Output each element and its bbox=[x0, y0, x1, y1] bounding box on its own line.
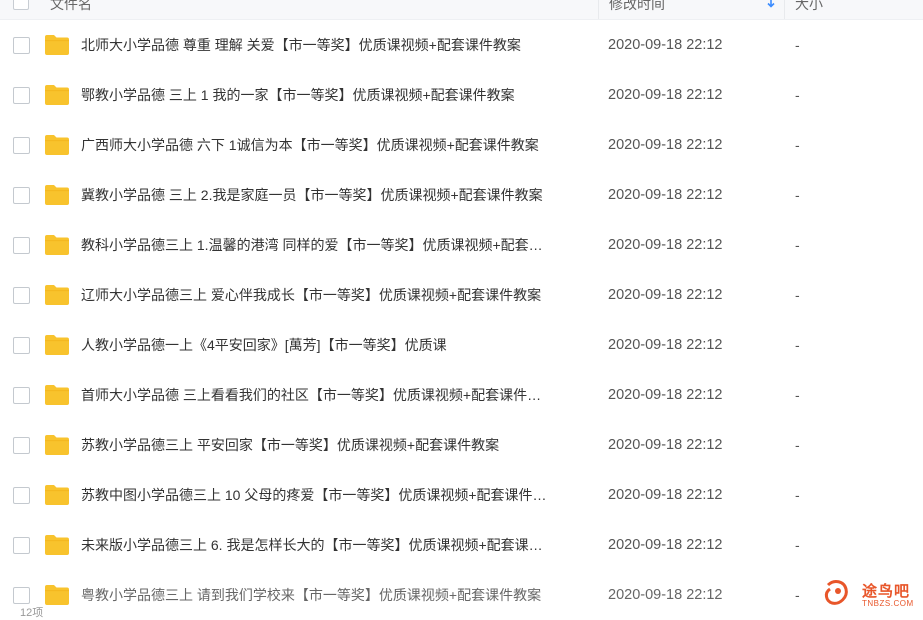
watermark-subtext: TNBZS.COM bbox=[862, 599, 914, 608]
file-modified-time: 2020-09-18 22:12 bbox=[608, 337, 723, 353]
row-checkbox[interactable] bbox=[13, 237, 30, 254]
file-name[interactable]: 首师大小学品德 三上看看我们的社区【市一等奖】优质课视频+配套课件… bbox=[81, 370, 586, 420]
file-modified-time: 2020-09-18 22:12 bbox=[608, 87, 723, 103]
folder-icon bbox=[45, 385, 69, 405]
file-modified-time: 2020-09-18 22:12 bbox=[608, 387, 723, 403]
file-modified-time: 2020-09-18 22:12 bbox=[608, 287, 723, 303]
file-size: - bbox=[795, 487, 800, 503]
file-list-header: 文件名 修改时间 大小 bbox=[0, 0, 923, 20]
row-checkbox[interactable] bbox=[13, 587, 30, 604]
folder-icon bbox=[45, 285, 69, 305]
file-row[interactable]: 辽师大小学品德三上 爱心伴我成长【市一等奖】优质课视频+配套课件教案 2020-… bbox=[0, 270, 923, 320]
folder-icon bbox=[45, 85, 69, 105]
row-checkbox[interactable] bbox=[13, 437, 30, 454]
row-checkbox[interactable] bbox=[13, 537, 30, 554]
file-name[interactable]: 教科小学品德三上 1.温馨的港湾 同样的爱【市一等奖】优质课视频+配套… bbox=[81, 220, 586, 270]
row-checkbox[interactable] bbox=[13, 337, 30, 354]
file-modified-time: 2020-09-18 22:12 bbox=[608, 37, 723, 53]
folder-icon bbox=[45, 585, 69, 605]
row-checkbox[interactable] bbox=[13, 37, 30, 54]
file-name[interactable]: 冀教小学品德 三上 2.我是家庭一员【市一等奖】优质课视频+配套课件教案 bbox=[81, 170, 586, 220]
select-all-checkbox[interactable] bbox=[13, 0, 29, 10]
file-row[interactable]: 苏教中图小学品德三上 10 父母的疼爱【市一等奖】优质课视频+配套课件… 202… bbox=[0, 470, 923, 520]
file-modified-time: 2020-09-18 22:12 bbox=[608, 487, 723, 503]
file-size: - bbox=[795, 387, 800, 403]
file-row[interactable]: 苏教小学品德三上 平安回家【市一等奖】优质课视频+配套课件教案 2020-09-… bbox=[0, 420, 923, 470]
file-row[interactable]: 北师大小学品德 尊重 理解 关爱【市一等奖】优质课视频+配套课件教案 2020-… bbox=[0, 20, 923, 70]
file-size: - bbox=[795, 437, 800, 453]
file-modified-time: 2020-09-18 22:12 bbox=[608, 237, 723, 253]
file-row[interactable]: 鄂教小学品德 三上 1 我的一家【市一等奖】优质课视频+配套课件教案 2020-… bbox=[0, 70, 923, 120]
file-name[interactable]: 广西师大小学品德 六下 1诚信为本【市一等奖】优质课视频+配套课件教案 bbox=[81, 120, 586, 170]
column-header-size[interactable]: 大小 bbox=[784, 0, 923, 19]
row-checkbox[interactable] bbox=[13, 87, 30, 104]
row-checkbox[interactable] bbox=[13, 287, 30, 304]
file-modified-time: 2020-09-18 22:12 bbox=[608, 587, 723, 603]
file-size: - bbox=[795, 37, 800, 53]
file-row[interactable]: 粤教小学品德三上 请到我们学校来【市一等奖】优质课视频+配套课件教案 2020-… bbox=[0, 570, 923, 620]
folder-icon bbox=[45, 335, 69, 355]
file-size: - bbox=[795, 537, 800, 553]
file-name[interactable]: 北师大小学品德 尊重 理解 关爱【市一等奖】优质课视频+配套课件教案 bbox=[81, 20, 586, 70]
file-modified-time: 2020-09-18 22:12 bbox=[608, 187, 723, 203]
file-size: - bbox=[795, 187, 800, 203]
folder-icon bbox=[45, 235, 69, 255]
folder-icon bbox=[45, 535, 69, 555]
folder-icon bbox=[45, 485, 69, 505]
file-name[interactable]: 苏教中图小学品德三上 10 父母的疼爱【市一等奖】优质课视频+配套课件… bbox=[81, 470, 586, 520]
sort-down-icon[interactable] bbox=[766, 0, 776, 8]
file-size: - bbox=[795, 337, 800, 353]
file-name[interactable]: 鄂教小学品德 三上 1 我的一家【市一等奖】优质课视频+配套课件教案 bbox=[81, 70, 586, 120]
folder-icon bbox=[45, 435, 69, 455]
row-checkbox[interactable] bbox=[13, 487, 30, 504]
file-list: 北师大小学品德 尊重 理解 关爱【市一等奖】优质课视频+配套课件教案 2020-… bbox=[0, 20, 923, 620]
file-modified-time: 2020-09-18 22:12 bbox=[608, 137, 723, 153]
folder-icon bbox=[45, 35, 69, 55]
file-row[interactable]: 广西师大小学品德 六下 1诚信为本【市一等奖】优质课视频+配套课件教案 2020… bbox=[0, 120, 923, 170]
file-size: - bbox=[795, 237, 800, 253]
file-modified-time: 2020-09-18 22:12 bbox=[608, 437, 723, 453]
row-checkbox[interactable] bbox=[13, 137, 30, 154]
file-size: - bbox=[795, 137, 800, 153]
file-name[interactable]: 人教小学品德一上《4平安回家》[萬芳]【市一等奖】优质课 bbox=[81, 320, 586, 370]
file-row[interactable]: 未来版小学品德三上 6. 我是怎样长大的【市一等奖】优质课视频+配套课… 202… bbox=[0, 520, 923, 570]
column-header-name[interactable]: 文件名 bbox=[50, 0, 92, 19]
folder-icon bbox=[45, 185, 69, 205]
file-row[interactable]: 人教小学品德一上《4平安回家》[萬芳]【市一等奖】优质课 2020-09-18 … bbox=[0, 320, 923, 370]
file-name[interactable]: 未来版小学品德三上 6. 我是怎样长大的【市一等奖】优质课视频+配套课… bbox=[81, 520, 586, 570]
file-row[interactable]: 教科小学品德三上 1.温馨的港湾 同样的爱【市一等奖】优质课视频+配套… 202… bbox=[0, 220, 923, 270]
file-row[interactable]: 冀教小学品德 三上 2.我是家庭一员【市一等奖】优质课视频+配套课件教案 202… bbox=[0, 170, 923, 220]
item-count: 12项 bbox=[20, 607, 44, 619]
watermark-text: 途鸟吧 bbox=[862, 583, 911, 600]
row-checkbox[interactable] bbox=[13, 387, 30, 404]
file-name[interactable]: 辽师大小学品德三上 爱心伴我成长【市一等奖】优质课视频+配套课件教案 bbox=[81, 270, 586, 320]
file-name[interactable]: 苏教小学品德三上 平安回家【市一等奖】优质课视频+配套课件教案 bbox=[81, 420, 586, 470]
file-size: - bbox=[795, 587, 800, 603]
column-header-time[interactable]: 修改时间 bbox=[598, 0, 784, 19]
file-name[interactable]: 粤教小学品德三上 请到我们学校来【市一等奖】优质课视频+配套课件教案 bbox=[81, 570, 586, 620]
file-size: - bbox=[795, 287, 800, 303]
file-size: - bbox=[795, 87, 800, 103]
file-modified-time: 2020-09-18 22:12 bbox=[608, 537, 723, 553]
folder-icon bbox=[45, 135, 69, 155]
file-row[interactable]: 首师大小学品德 三上看看我们的社区【市一等奖】优质课视频+配套课件… 2020-… bbox=[0, 370, 923, 420]
row-checkbox[interactable] bbox=[13, 187, 30, 204]
